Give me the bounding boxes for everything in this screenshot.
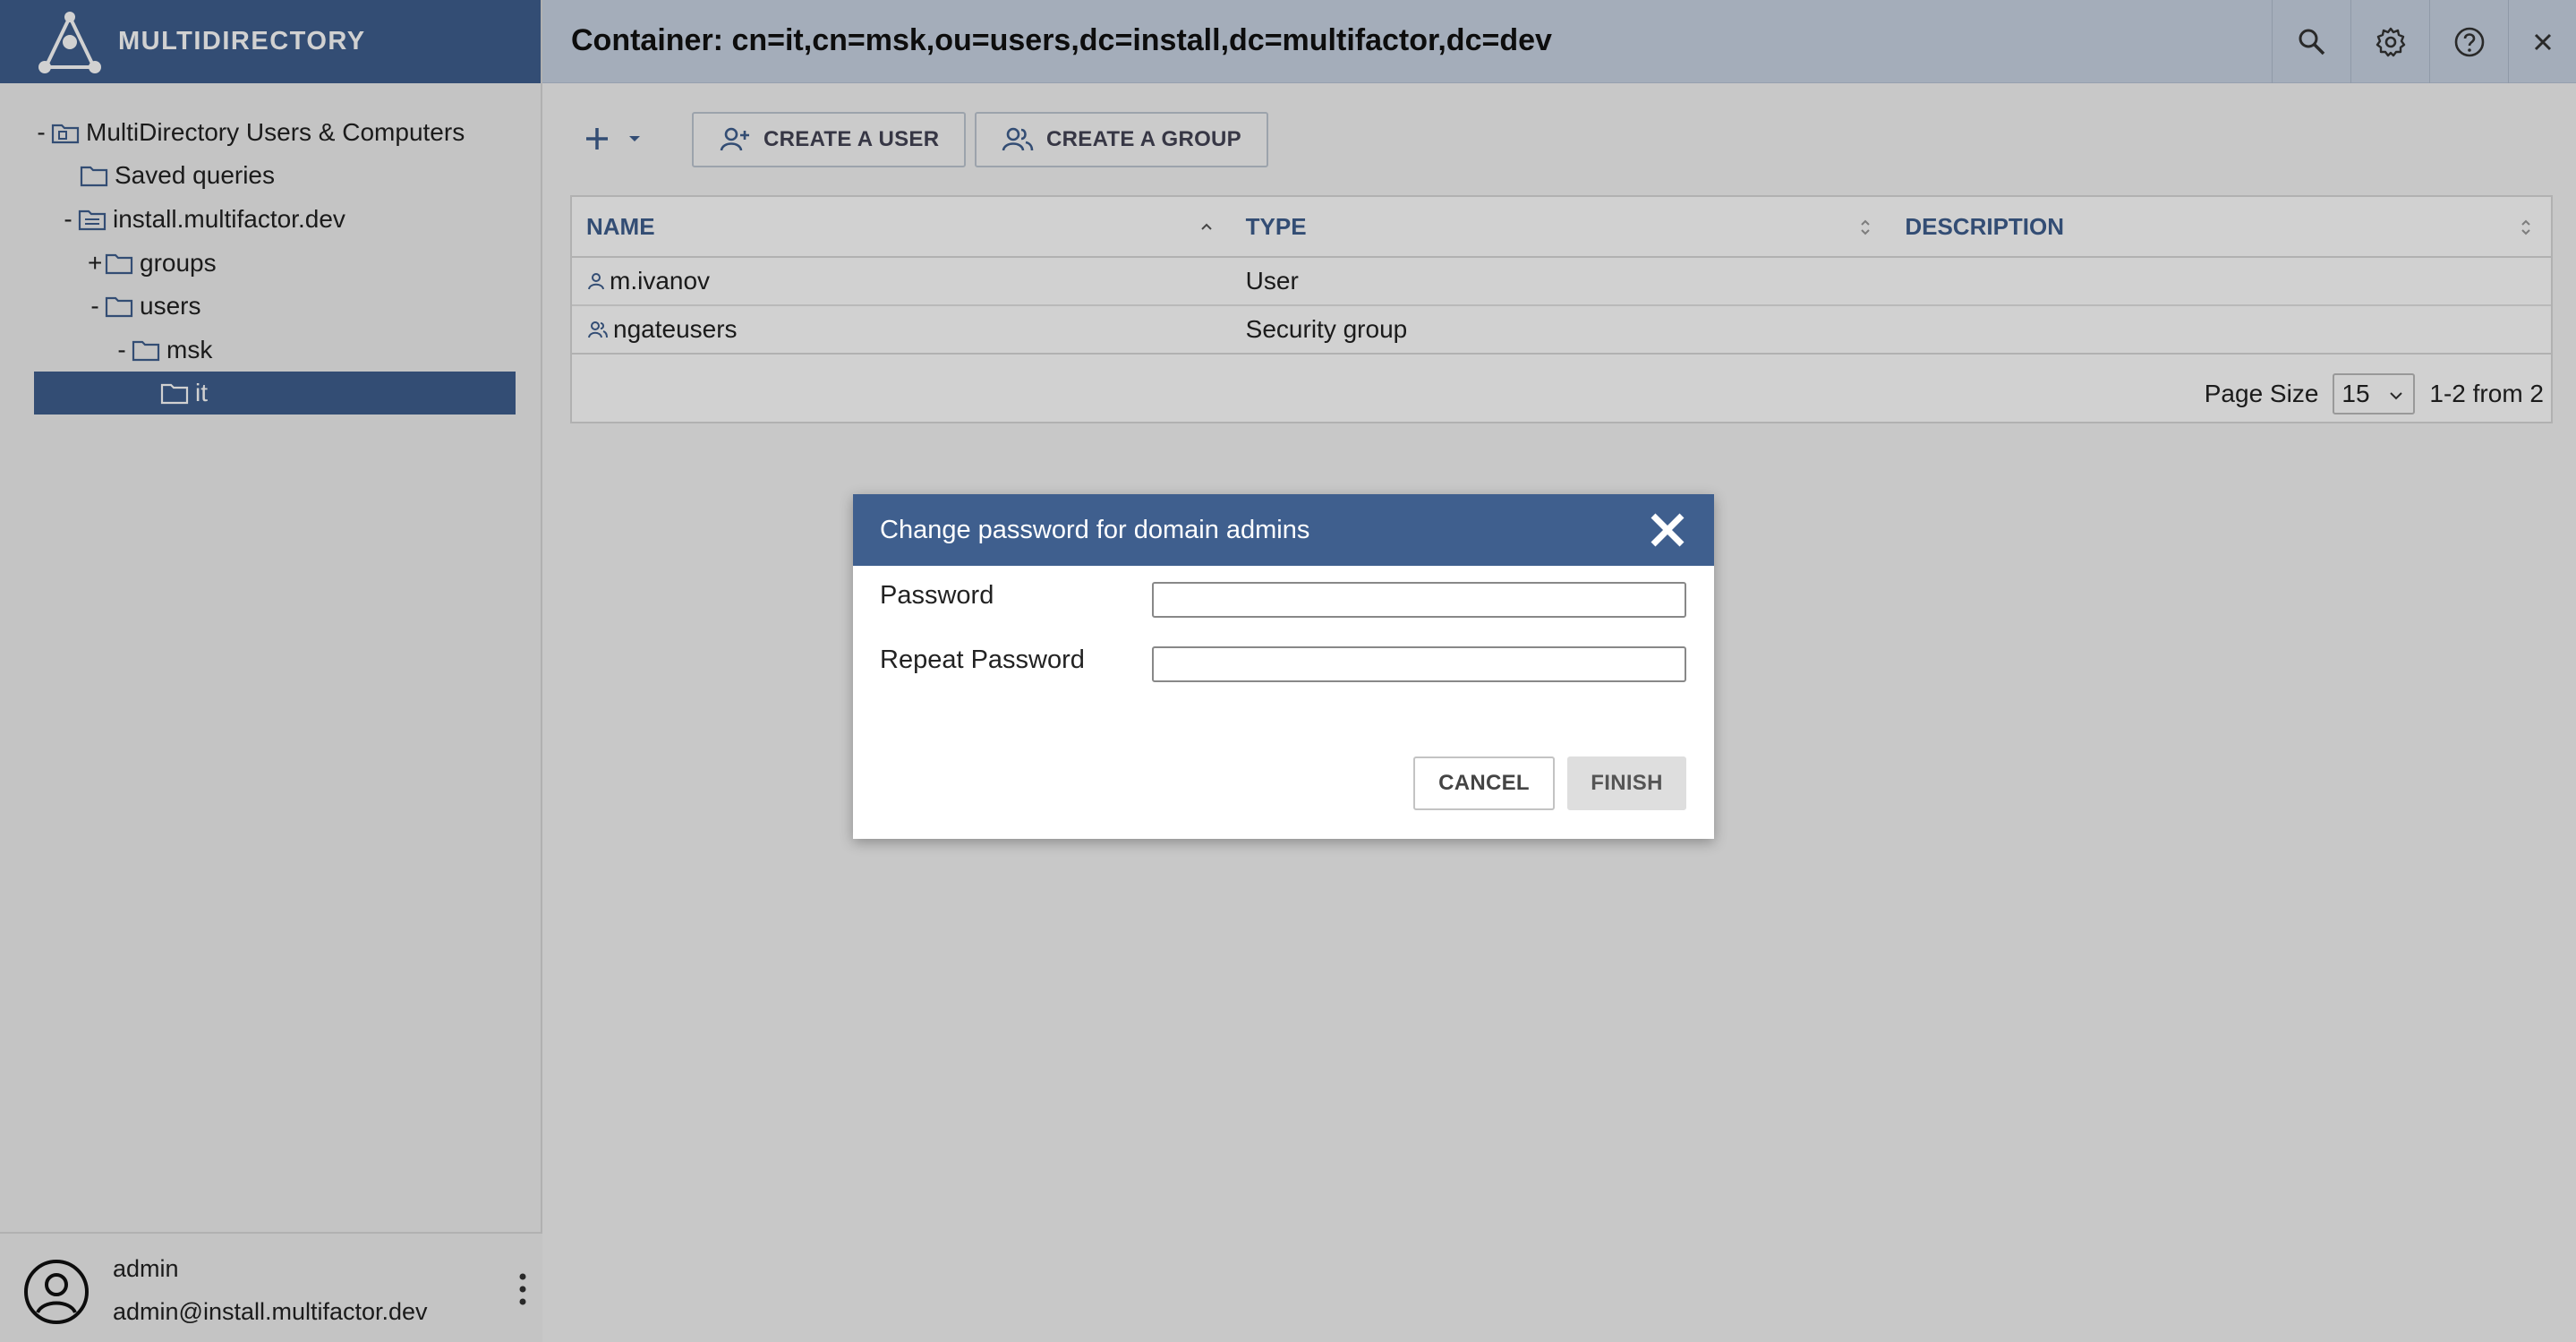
password-field[interactable] (1152, 582, 1686, 618)
repeat-password-label: Repeat Password (880, 645, 1085, 674)
close-icon[interactable] (1646, 509, 1689, 551)
cancel-button[interactable]: CANCEL (1413, 756, 1555, 810)
password-label: Password (880, 581, 994, 610)
dialog-header: Change password for domain admins (853, 494, 1714, 566)
dialog-title: Change password for domain admins (880, 515, 1310, 544)
change-password-dialog: Change password for domain admins Passwo… (853, 494, 1714, 839)
finish-button[interactable]: FINISH (1567, 756, 1686, 810)
repeat-password-field[interactable] (1152, 646, 1686, 682)
